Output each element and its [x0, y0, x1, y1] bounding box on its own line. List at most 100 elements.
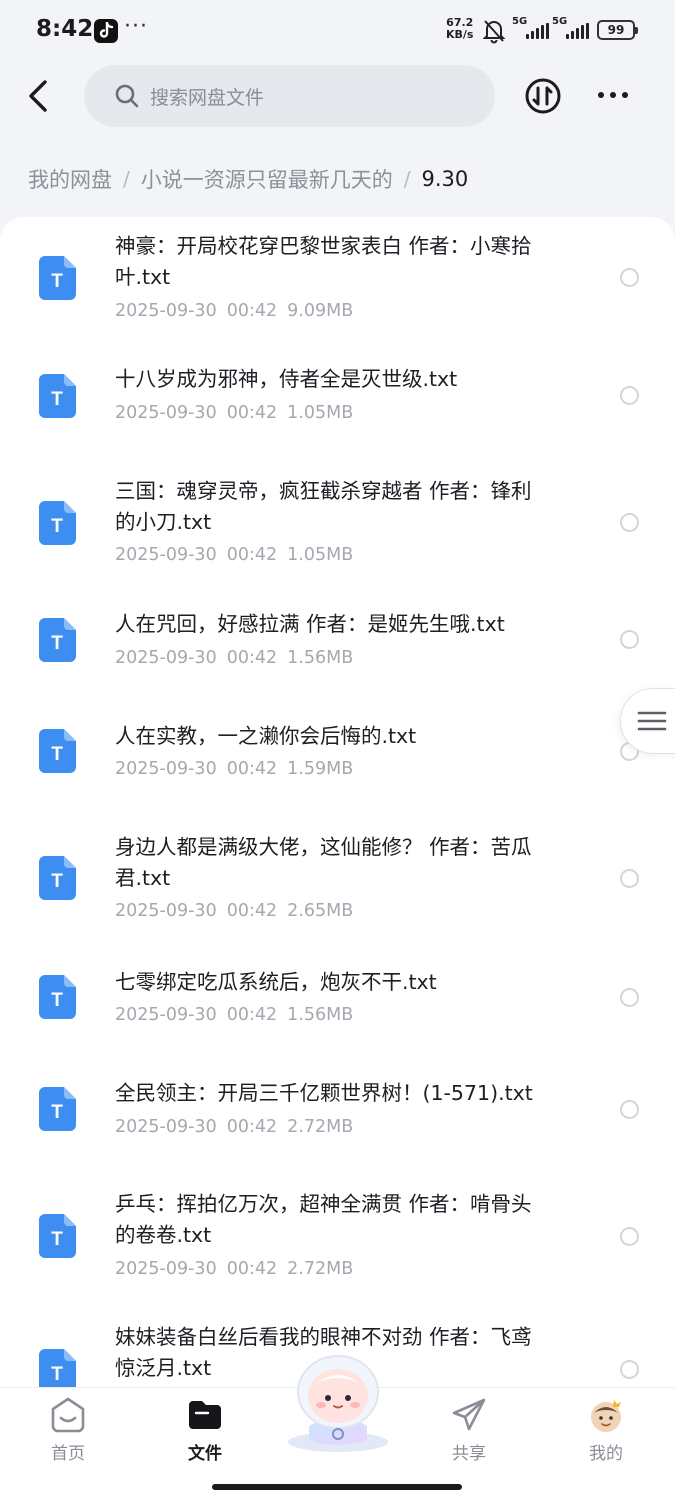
file-time: 00:42: [226, 1005, 278, 1025]
file-name-line: 十八岁成为邪神，侍者全是灭世级.txt: [115, 367, 458, 391]
chevron-left-icon: [29, 80, 47, 112]
select-checkbox[interactable]: [620, 1360, 639, 1379]
more-options-button[interactable]: [590, 80, 636, 110]
select-checkbox[interactable]: [620, 386, 639, 405]
file-icon-letter: T: [51, 271, 63, 292]
file-time: 00:42: [226, 759, 278, 779]
file-row[interactable]: T 人在实教，一之濑你会后悔的.txt 2025-09-30 00:42 1.59M…: [0, 687, 675, 799]
file-name: 乒乓：挥拍亿万次，超神全满贯 作者：啃骨头 的卷卷.txt: [115, 1189, 595, 1251]
file-row[interactable]: T 身边人都是满级大佬，这仙能修？ 作者：苦瓜 君.txt 2025-09-30…: [0, 799, 675, 929]
file-meta: 2025-09-30 00:42 1.05MB: [115, 403, 353, 423]
file-name: 七零绑定吃瓜系统后，炮灰不干.txt: [115, 967, 595, 998]
tab-share[interactable]: 共享: [429, 1396, 509, 1466]
select-checkbox[interactable]: [620, 1227, 639, 1246]
select-checkbox[interactable]: [620, 630, 639, 649]
network-speed-unit: KB/s: [446, 28, 474, 41]
search-icon: [115, 84, 139, 108]
file-row[interactable]: T 全民领主：开局三千亿颗世界树！(1-571).txt 2025-09-30 0…: [0, 1041, 675, 1153]
folder-icon: [189, 1401, 221, 1429]
file-name-line: 人在咒回，好感拉满 作者：是姬先生哦.txt: [115, 612, 505, 636]
file-icon-letter: T: [51, 1229, 63, 1250]
file-time: 00:42: [226, 403, 278, 423]
file-time: 00:42: [226, 901, 278, 921]
file-name-line: 三国：魂穿灵帝，疯狂截杀穿越者 作者：锋利: [115, 479, 532, 503]
tab-mine[interactable]: 我的: [566, 1396, 646, 1466]
file-row[interactable]: T 神豪：开局校花穿巴黎世家表白 作者：小寒拾 叶.txt 2025-09-30…: [0, 217, 675, 335]
file-row[interactable]: T 人在咒回，好感拉满 作者：是姬先生哦.txt 2025-09-30 00:42…: [0, 575, 675, 687]
file-meta: 2025-09-30 00:42 1.56MB: [115, 648, 353, 668]
file-time: 00:42: [226, 545, 278, 565]
file-size: 1.59MB: [287, 759, 354, 779]
txt-file-icon: T: [39, 856, 76, 900]
file-size: 1.56MB: [287, 1005, 354, 1025]
battery-icon: 99: [597, 20, 638, 40]
select-checkbox[interactable]: [620, 513, 639, 532]
search-placeholder: 搜索网盘文件: [150, 86, 265, 109]
file-date: 2025-09-30: [115, 1259, 217, 1279]
select-checkbox[interactable]: [620, 1100, 639, 1119]
file-name: 身边人都是满级大佬，这仙能修？ 作者：苦瓜 君.txt: [115, 832, 595, 894]
file-time: 00:42: [226, 1117, 278, 1137]
file-name: 十八岁成为邪神，侍者全是灭世级.txt: [115, 364, 595, 395]
file-size: 2.72MB: [287, 1117, 354, 1137]
file-size: 2.65MB: [287, 901, 354, 921]
tab-home[interactable]: 首页: [28, 1396, 108, 1466]
home-indicator: [212, 1484, 462, 1490]
breadcrumb-folder[interactable]: 小说一资源只留最新几天的: [141, 164, 393, 194]
file-icon-letter: T: [51, 1364, 63, 1385]
file-meta: 2025-09-30 00:42 1.56MB: [115, 1005, 353, 1025]
transfer-icon: [525, 78, 561, 114]
file-name-line: 七零绑定吃瓜系统后，炮灰不干.txt: [115, 970, 437, 994]
file-name-line: 妹妹装备白丝后看我的眼神不对劲 作者：飞鸢: [115, 1325, 532, 1349]
search-input[interactable]: 搜索网盘文件: [84, 65, 495, 127]
file-name-line: 全民领主：开局三千亿颗世界树！(1-571).txt: [115, 1081, 533, 1105]
file-icon-letter: T: [51, 744, 63, 765]
file-name-line: 的卷卷.txt: [115, 1223, 212, 1247]
network-speed: 67.2 KB/s: [446, 17, 473, 41]
file-time: 00:42: [226, 301, 278, 321]
file-row[interactable]: T 三国：魂穿灵帝，疯狂截杀穿越者 作者：锋利 的小刀.txt 2025-09-…: [0, 447, 675, 575]
send-icon: [452, 1398, 486, 1431]
file-size: 9.09MB: [287, 301, 354, 321]
file-size: 1.05MB: [287, 403, 354, 423]
file-row[interactable]: T 乒乓：挥拍亿万次，超神全满贯 作者：啃骨头 的卷卷.txt 2025-09-…: [0, 1153, 675, 1285]
file-date: 2025-09-30: [115, 648, 217, 668]
back-button[interactable]: [18, 74, 58, 118]
file-row[interactable]: T 七零绑定吃瓜系统后，炮灰不干.txt 2025-09-30 00:42 1.56…: [0, 929, 675, 1041]
select-checkbox[interactable]: [620, 268, 639, 287]
select-checkbox[interactable]: [620, 988, 639, 1007]
status-bar: 8:42 ··· 67.2 KB/s 5G 5G 99: [0, 0, 675, 62]
file-name: 人在咒回，好感拉满 作者：是姬先生哦.txt: [115, 609, 595, 640]
file-row[interactable]: T 十八岁成为邪神，侍者全是灭世级.txt 2025-09-30 00:42 1.0…: [0, 335, 675, 447]
tab-files[interactable]: 文件: [165, 1396, 245, 1466]
file-size: 1.05MB: [287, 545, 354, 565]
txt-file-icon: T: [39, 1349, 76, 1387]
breadcrumb-root[interactable]: 我的网盘: [28, 164, 112, 194]
file-icon-letter: T: [51, 990, 63, 1011]
txt-file-icon: T: [39, 1087, 76, 1131]
file-date: 2025-09-30: [115, 301, 217, 321]
file-size: 2.72MB: [287, 1259, 354, 1279]
breadcrumb-separator: /: [403, 167, 411, 191]
file-date: 2025-09-30: [115, 1005, 217, 1025]
file-date: 2025-09-30: [115, 759, 217, 779]
mascot-assistant-button[interactable]: [279, 1352, 397, 1456]
file-meta: 2025-09-30 00:42 1.05MB: [115, 545, 353, 565]
app-screen: 8:42 ··· 67.2 KB/s 5G 5G 99 搜索网盘文件 我的网盘 …: [0, 0, 675, 1500]
bell-muted-icon: [482, 18, 506, 48]
transfer-list-button[interactable]: [523, 74, 563, 118]
file-meta: 2025-09-30 00:42 2.65MB: [115, 901, 353, 921]
select-checkbox[interactable]: [620, 869, 639, 888]
file-date: 2025-09-30: [115, 1117, 217, 1137]
file-icon-letter: T: [51, 633, 63, 654]
file-name-line: 乒乓：挥拍亿万次，超神全满贯 作者：啃骨头: [115, 1192, 532, 1216]
file-icon-letter: T: [51, 871, 63, 892]
menu-icon: [637, 711, 667, 731]
file-name-line: 神豪：开局校花穿巴黎世家表白 作者：小寒拾: [115, 234, 532, 258]
txt-file-icon: T: [39, 501, 76, 545]
breadcrumb-separator: /: [123, 167, 130, 191]
file-time: 00:42: [226, 1259, 278, 1279]
file-name-line: 叶.txt: [115, 265, 171, 289]
avatar-icon: [591, 1400, 621, 1432]
more-dot-icon: [610, 92, 616, 98]
